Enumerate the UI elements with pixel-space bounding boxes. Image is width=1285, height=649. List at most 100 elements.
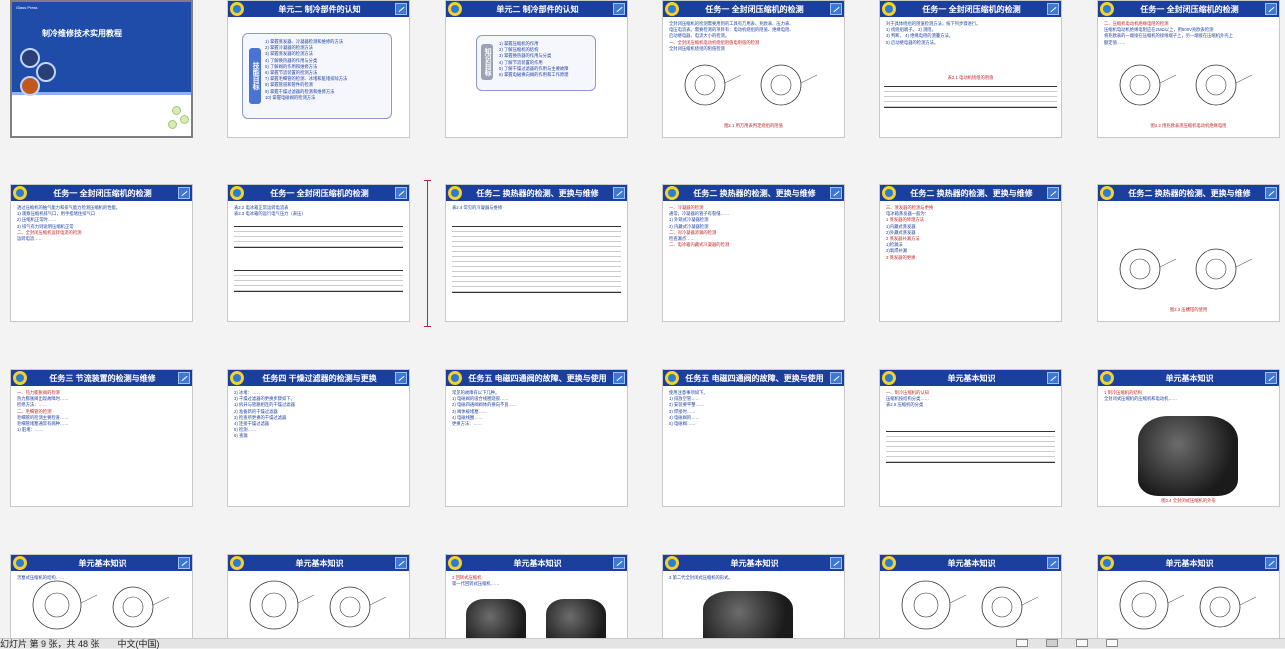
slide-header: 任务二 换热器的检测、更换与维修 <box>663 185 844 201</box>
line-drawing-figure <box>684 64 742 106</box>
slide-thumbnail[interactable]: 任务一 全封闭压缩机的检测 二、压缩机电动机绝缘电阻的检测 压缩机电动机绝缘电阻应在… <box>1097 0 1280 138</box>
slide-header: 任务四 干燥过滤器的检测与更换 <box>228 370 409 386</box>
slide-thumbnail[interactable]: 单元基本知识 1 制冷压缩机的结构 全封闭式压缩机的压缩机和电动机…… 图2.4 全封… <box>1097 369 1280 507</box>
slide-logo-icon <box>448 2 462 16</box>
objectives-side-label: 技能目标 <box>249 48 261 104</box>
pencil-icon <box>830 372 842 384</box>
slide-thumbnail[interactable]: 制冷维修技术实用教程 Glass Press <box>10 0 193 138</box>
slide-thumbnail[interactable]: 任务二 换热器的检测、更换与维修 三、蒸发器的检测与更换 电冰箱蒸发器一般为： 1 蒸… <box>879 184 1062 322</box>
slide-logo-icon <box>13 556 27 570</box>
pencil-icon <box>613 187 625 199</box>
slide-logo-icon <box>13 186 27 200</box>
slide-header: 单元基本知识 <box>228 555 409 571</box>
line-drawing-figure <box>32 580 98 630</box>
figure-caption: 图2.4 全封闭式压缩机的外形 <box>1161 498 1216 503</box>
slide-text-line: 5) 电磁阀…… <box>669 420 696 426</box>
slide-text-line: 表2.3 电冰箱的运行电气压力（表压） <box>234 211 306 217</box>
objectives-list: 1) 掌握压缩机的作用 2) 了解压缩机的结构 3) 掌握换热器的作用与分类 4) 了… <box>499 40 592 77</box>
slide-header: 单元基本知识 <box>663 555 844 571</box>
slide-body: 透过压缩机的抽气能力和排气能力检测压缩机的性能。 1) 观察压缩机排气口，用手指堵… <box>17 205 186 317</box>
slideshow-button[interactable] <box>1106 639 1118 647</box>
slide-title: 单元基本知识 <box>1165 373 1214 383</box>
slide-title: 任务一 全封闭压缩机的检测 <box>53 188 152 198</box>
slide-logo-icon <box>230 556 244 570</box>
pencil-icon <box>1265 372 1277 384</box>
slide-title: 任务五 电磁四通阀的故障、更换与使用 <box>468 373 607 383</box>
slide-header: 任务二 换热器的检测、更换与维修 <box>446 185 627 201</box>
slide-thumbnail[interactable]: 任务四 干燥过滤器的检测与更换 2) 冰堵：…… 3) 干燥过滤器的更换步骤如下。 1… <box>227 369 410 507</box>
slide-logo-icon <box>882 371 896 385</box>
slide-thumbnail[interactable]: 任务一 全封闭压缩机的检测 全封闭压缩机的检测需要用到的工具有万用表、兆欧表、压力… <box>662 0 845 138</box>
pencil-icon <box>830 557 842 569</box>
pencil-icon <box>395 372 407 384</box>
slide-body: 表2.2 电冰箱正常运转电流表 表2.3 电冰箱的运行电气压力（表压） <box>234 205 403 317</box>
slide-thumbnail[interactable]: 任务一 全封闭压缩机的检测 对于具体绕组的阻值检测方法，按下列步骤进行。 1) 找绕… <box>879 0 1062 138</box>
slide-thumbnail[interactable]: 单元基本知识 一、制冷压缩机的认知 压缩机按结构分类…… 表2.5 压缩机的分类 <box>879 369 1062 507</box>
line-drawing-figure <box>901 580 967 630</box>
line-drawing-figure <box>1199 586 1257 628</box>
language-indicator: 中文(中国) <box>117 638 160 649</box>
data-table <box>234 270 403 292</box>
normal-view-button[interactable] <box>1016 639 1028 647</box>
slide-body: 知识目标 1) 掌握压缩机的作用 2) 了解压缩机的结构 3) 掌握换热器的作用与分类… <box>452 21 621 133</box>
slide-text-line: 额定值…… <box>1104 39 1126 45</box>
slide-title: 单元基本知识 <box>78 558 127 568</box>
slide-title: 任务二 换热器的检测、更换与维修 <box>910 188 1033 198</box>
pencil-icon <box>395 3 407 15</box>
slide-title: 单元基本知识 <box>513 558 562 568</box>
slide-header: 单元基本知识 <box>1098 555 1279 571</box>
slide-thumbnail[interactable]: 任务一 全封闭压缩机的检测 表2.2 电冰箱正常运转电流表 表2.3 电冰箱的运行电… <box>227 184 410 322</box>
line-drawing-figure <box>1195 64 1253 106</box>
slide-title: 任务四 干燥过滤器的检测与更换 <box>262 373 377 383</box>
slide-text-line: 10) 掌握电磁阀的检测方法 <box>265 94 316 100</box>
slide-thumbnail[interactable]: 单元二 制冷部件的认知技能目标 1) 掌握蒸发器、冷凝器检测和维修的方法 2) 掌握… <box>227 0 410 138</box>
slide-thumbnail[interactable]: 任务二 换热器的检测、更换与维修 一、冷凝器的检测 通常，冷凝器的管子有裂缝…… 1)… <box>662 184 845 322</box>
slide-title: 单元二 制冷部件的认知 <box>278 4 361 14</box>
slide-title: 单元基本知识 <box>730 558 779 568</box>
slide-thumbnail[interactable]: 单元基本知识 2 回转式压缩机 第一代回转式压缩机…… <box>445 554 628 638</box>
slide-thumbnail[interactable]: 任务五 电磁四通阀的故障、更换与使用 使用注意事项如下。 1) 排放空管…… 2) 安… <box>662 369 845 507</box>
slide-logo-icon <box>230 2 244 16</box>
pencil-icon <box>178 557 190 569</box>
line-drawing-figure <box>249 580 315 630</box>
line-drawing-figure <box>760 64 818 106</box>
pencil-icon <box>613 372 625 384</box>
slide-header: 任务一 全封闭压缩机的检测 <box>1098 1 1279 17</box>
slide-header: 单元二 制冷部件的认知 <box>446 1 627 17</box>
slide-text-line: 3 第二代全封闭式压缩机的形式。 <box>669 575 733 580</box>
pencil-icon <box>830 3 842 15</box>
slide-body: 技能目标 1) 掌握蒸发器、冷凝器检测和维修的方法 2) 掌握冷凝器的检测方法 3) … <box>234 21 403 133</box>
slide-thumbnail[interactable]: 单元基本知识 <box>1097 554 1280 638</box>
line-drawing-figure <box>1119 64 1177 106</box>
decor-hex-icon <box>168 120 177 129</box>
data-table <box>452 226 621 293</box>
slide-thumbnail[interactable]: 任务一 全封闭压缩机的检测透过压缩机的抽气能力和排气能力检测压缩机的性能。 1) … <box>10 184 193 322</box>
slide-text-line: 6) 查漏 <box>234 433 248 439</box>
pencil-icon <box>395 557 407 569</box>
slide-thumbnail[interactable]: 任务二 换热器的检测、更换与维修 表2.4 常见的冷凝器与维修 <box>445 184 628 322</box>
data-table <box>886 431 1055 463</box>
slide-header: 单元基本知识 <box>1098 370 1279 386</box>
figure-caption: 图2.3 压槽钳的使用 <box>1169 307 1208 312</box>
slide-text-line: 运转电流…… <box>17 235 43 241</box>
line-drawing-figure <box>112 586 170 628</box>
reading-view-button[interactable] <box>1076 639 1088 647</box>
slide-sorter: 制冷维修技术实用教程 Glass Press 单元二 制冷部件的认知 技能目标 1) 掌… <box>0 0 1285 638</box>
slide-title: 任务五 电磁四通阀的故障、更换与使用 <box>685 373 824 383</box>
slide-thumbnail[interactable]: 单元基本知识 <box>227 554 410 638</box>
slide-thumbnail[interactable]: 单元基本知识 <box>879 554 1062 638</box>
slide-logo-icon <box>448 186 462 200</box>
slide-thumbnail[interactable]: 单元二 制冷部件的认知知识目标 1) 掌握压缩机的作用 2) 了解压缩机的结构 3) … <box>445 0 628 138</box>
sorter-view-button[interactable] <box>1046 639 1058 647</box>
slide-thumbnail[interactable]: 任务二 换热器的检测、更换与维修 图2.3 压槽钳的使用 <box>1097 184 1280 322</box>
data-table <box>884 86 1057 108</box>
slide-thumbnail[interactable]: 任务三 节流装置的检测与维修 一、热力膨胀阀的检测 热力膨胀阀出现故障时…… 检修方法… <box>10 369 193 507</box>
objectives-box: 技能目标 1) 掌握蒸发器、冷凝器检测和维修的方法 2) 掌握冷凝器的检测方法 3) … <box>242 33 392 119</box>
data-table <box>234 226 403 248</box>
slide-header: 单元基本知识 <box>446 555 627 571</box>
cover-title: 制冷维修技术实用教程 <box>42 29 122 38</box>
slide-title: 任务一 全封闭压缩机的检测 <box>705 4 804 14</box>
slide-thumbnail[interactable]: 单元基本知识 3 第二代全封闭式压缩机的形式。 <box>662 554 845 638</box>
slide-thumbnail[interactable]: 单元基本知识 活塞式压缩机的结构…… <box>10 554 193 638</box>
slide-thumbnail[interactable]: 任务五 电磁四通阀的故障、更换与使用 常见的故障有以下几种。 1) 电磁阀的吸合线圈… <box>445 369 628 507</box>
